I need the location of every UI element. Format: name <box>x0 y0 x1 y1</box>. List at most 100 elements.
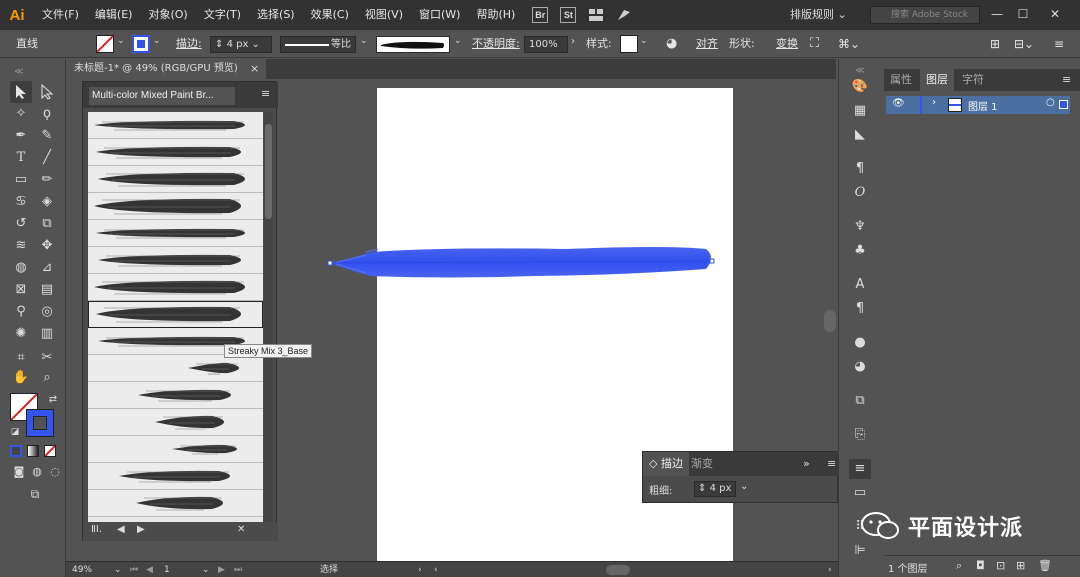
chevron-down-icon[interactable]: ⌄ <box>117 36 125 46</box>
blend-tool-icon[interactable]: ◎ <box>36 301 58 323</box>
chevron-down-icon[interactable]: ⌄ <box>740 481 748 492</box>
stroke-weight-field[interactable]: ⇕ 4 px ⌄ <box>210 36 272 53</box>
chevron-down-icon[interactable]: ⌄ <box>114 562 122 577</box>
stroke-label[interactable]: 描边: <box>176 30 202 58</box>
brush-item[interactable] <box>88 490 263 517</box>
brush-item[interactable] <box>88 409 263 436</box>
align-label[interactable]: 对齐 <box>696 30 718 58</box>
brush-library-title[interactable]: Multi-color Mixed Paint Br... <box>89 87 235 105</box>
scrollbar[interactable] <box>264 112 273 522</box>
magic-wand-tool-icon[interactable]: ✧ <box>10 103 32 125</box>
stock-button[interactable]: St <box>557 5 579 25</box>
line-segment-tool-icon[interactable]: ╱ <box>36 147 58 169</box>
stroke-swatch[interactable] <box>132 35 150 53</box>
screen-mode-icon[interactable]: ⧉ <box>24 483 46 505</box>
previous-artboard-icon[interactable]: ◀ <box>146 562 153 577</box>
shaper-tool-icon[interactable]: ♋ <box>10 191 32 213</box>
first-artboard-icon[interactable]: ⏮ <box>130 562 138 577</box>
toolbar-collapse-icon[interactable]: ≪ <box>8 61 30 83</box>
horizontal-scrollbar-thumb[interactable] <box>606 565 630 575</box>
paragraph-icon[interactable]: ¶ <box>849 159 871 179</box>
menu-view[interactable]: 视图(V) <box>357 0 411 30</box>
tab-layers[interactable]: 图层 <box>920 69 954 91</box>
collapse-panel-icon[interactable]: » <box>797 452 816 476</box>
chevron-down-icon[interactable]: ⌄ <box>454 36 462 46</box>
graphic-styles-icon[interactable]: ◕ <box>849 357 871 377</box>
free-transform-tool-icon[interactable]: ✥ <box>36 235 58 257</box>
brush-item[interactable] <box>88 355 263 382</box>
transform-label[interactable]: 变换 <box>776 30 798 58</box>
color-mode-button[interactable] <box>10 445 22 457</box>
opacity-field[interactable]: 100% <box>524 36 568 53</box>
none-mode-button[interactable] <box>44 445 56 457</box>
character-styles-icon[interactable]: A <box>849 275 871 295</box>
brush-item[interactable] <box>88 139 263 166</box>
column-graph-tool-icon[interactable]: ▥ <box>36 323 58 345</box>
symbols-icon[interactable]: ♣ <box>849 241 871 261</box>
eraser-tool-icon[interactable]: ◈ <box>36 191 58 213</box>
brush-item[interactable] <box>88 166 263 193</box>
brush-item[interactable] <box>88 382 263 409</box>
minimize-button[interactable]: — <box>985 4 1009 24</box>
opentype-icon[interactable]: O <box>849 183 871 203</box>
arrange-documents-icon[interactable] <box>585 5 607 25</box>
menu-type[interactable]: 文字(T) <box>196 0 249 30</box>
chevron-down-icon[interactable]: ⌄ <box>640 36 648 46</box>
stroke-weight-input[interactable]: ⇕ 4 px <box>694 481 736 497</box>
close-icon[interactable]: × <box>250 59 259 79</box>
new-layer-icon[interactable]: ⊞ <box>1016 559 1025 572</box>
artboards-icon[interactable]: ⧉ <box>849 391 871 411</box>
next-artboard-icon[interactable]: ▶ <box>218 562 225 577</box>
panel-options-icon[interactable]: ⊟⌄ <box>1014 30 1034 58</box>
pen-tool-icon[interactable]: ✒ <box>10 125 32 147</box>
width-tool-icon[interactable]: ≋ <box>10 235 32 257</box>
zoom-tool-icon[interactable]: ⌕ <box>36 367 58 389</box>
stroke-indicator[interactable] <box>26 409 54 437</box>
delete-icon[interactable]: 🗑 <box>1038 559 1052 572</box>
expand-arrow-icon[interactable]: › <box>932 97 936 108</box>
selection-indicator[interactable] <box>1059 100 1068 109</box>
curvature-tool-icon[interactable]: ✎ <box>36 125 58 147</box>
fill-swatch[interactable] <box>96 35 114 53</box>
menu-file[interactable]: 文件(F) <box>34 0 87 30</box>
chevron-down-icon[interactable]: ⌄ <box>202 562 210 577</box>
brush-definition[interactable] <box>376 36 450 53</box>
graphic-style-swatch[interactable] <box>620 35 638 53</box>
locate-object-icon[interactable]: ⌕ <box>956 559 962 573</box>
lasso-tool-icon[interactable]: ϙ <box>36 103 58 125</box>
brush-list[interactable] <box>88 112 263 522</box>
asset-export-icon[interactable]: ⎘ <box>849 425 871 445</box>
panel-menu-icon[interactable]: ≡ <box>261 87 270 100</box>
bridge-button[interactable]: Br <box>529 5 551 25</box>
next-library-icon[interactable]: ▶ <box>137 524 145 535</box>
tab-gradient[interactable]: 渐变 <box>685 452 719 476</box>
vertical-scrollbar-thumb[interactable] <box>824 310 836 332</box>
arrange-icon[interactable]: ⊞ <box>990 30 1000 58</box>
gradient-tool-icon[interactable]: ▤ <box>36 279 58 301</box>
artboard-number[interactable]: 1 <box>164 562 170 577</box>
menu-effect[interactable]: 效果(C) <box>303 0 357 30</box>
gpu-performance-icon[interactable] <box>613 5 635 25</box>
align-icon[interactable]: ⊫ <box>849 541 871 561</box>
mesh-tool-icon[interactable]: ⊠ <box>10 279 32 301</box>
appearance-icon[interactable]: ● <box>849 333 871 353</box>
artboard-tool-icon[interactable]: ⌗ <box>10 347 32 369</box>
default-fill-stroke-icon[interactable]: ◪ <box>4 421 26 443</box>
control-menu-icon[interactable]: ≡ <box>1054 30 1064 58</box>
perspective-grid-tool-icon[interactable]: ⊿ <box>36 257 58 279</box>
make-clipping-mask-icon[interactable]: ◘ <box>976 559 985 572</box>
maximize-button[interactable]: ☐ <box>1011 4 1035 24</box>
type-tool-icon[interactable]: T <box>10 147 32 169</box>
brush-item[interactable] <box>88 301 263 328</box>
brushes-icon[interactable]: ♆ <box>849 217 871 237</box>
previous-library-icon[interactable]: ◀ <box>117 524 125 535</box>
chevron-right-icon[interactable]: › <box>571 36 575 47</box>
brush-item[interactable] <box>88 274 263 301</box>
tab-properties[interactable]: 属性 <box>884 69 918 91</box>
gradient-mode-button[interactable] <box>27 445 39 457</box>
panel-menu-icon[interactable]: ≡ <box>1056 69 1077 91</box>
direct-selection-tool-icon[interactable] <box>36 81 58 103</box>
paragraph-styles-icon[interactable]: ¶ <box>849 299 871 319</box>
scale-tool-icon[interactable]: ⧉ <box>36 213 58 235</box>
menu-object[interactable]: 对象(O) <box>140 0 195 30</box>
